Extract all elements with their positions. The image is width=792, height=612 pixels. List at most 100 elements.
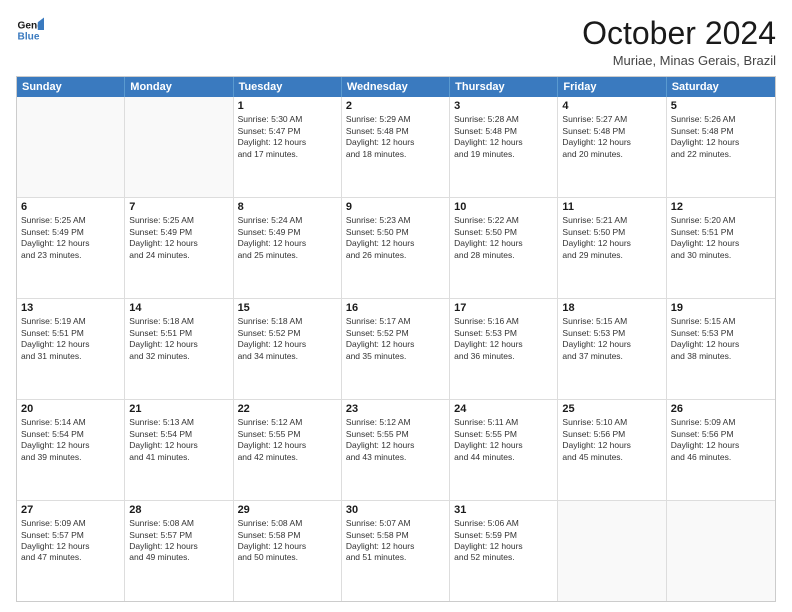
day-number: 19	[671, 302, 771, 314]
cell-info: Sunrise: 5:28 AM Sunset: 5:48 PM Dayligh…	[454, 114, 553, 160]
day-number: 8	[238, 201, 337, 213]
cell-info: Sunrise: 5:12 AM Sunset: 5:55 PM Dayligh…	[238, 417, 337, 463]
header: General Blue October 2024 Muriae, Minas …	[16, 16, 776, 68]
day-number: 11	[562, 201, 661, 213]
header-monday: Monday	[125, 77, 233, 97]
cell-info: Sunrise: 5:10 AM Sunset: 5:56 PM Dayligh…	[562, 417, 661, 463]
calendar-cell	[125, 97, 233, 197]
day-number: 12	[671, 201, 771, 213]
calendar-cell: 19 Sunrise: 5:15 AM Sunset: 5:53 PM Dayli…	[667, 299, 775, 399]
svg-text:Blue: Blue	[18, 31, 40, 42]
day-number: 10	[454, 201, 553, 213]
day-number: 7	[129, 201, 228, 213]
header-tuesday: Tuesday	[234, 77, 342, 97]
cell-info: Sunrise: 5:07 AM Sunset: 5:58 PM Dayligh…	[346, 518, 445, 564]
calendar-cell: 16Sunrise: 5:17 AM Sunset: 5:52 PM Dayli…	[342, 299, 450, 399]
calendar-cell: 8 Sunrise: 5:24 AM Sunset: 5:49 PM Daylig…	[234, 198, 342, 298]
cell-info: Sunrise: 5:20 AM Sunset: 5:51 PM Dayligh…	[671, 215, 771, 261]
day-number: 28	[129, 504, 228, 516]
calendar-row-4: 20Sunrise: 5:14 AM Sunset: 5:54 PM Dayli…	[17, 399, 775, 500]
calendar-cell	[667, 501, 775, 601]
cell-info: Sunrise: 5:18 AM Sunset: 5:51 PM Dayligh…	[129, 316, 228, 362]
cell-info: Sunrise: 5:22 AM Sunset: 5:50 PM Dayligh…	[454, 215, 553, 261]
calendar-cell: 11 Sunrise: 5:21 AM Sunset: 5:50 PM Dayli…	[558, 198, 666, 298]
calendar-cell: 10 Sunrise: 5:22 AM Sunset: 5:50 PM Dayli…	[450, 198, 558, 298]
day-number: 27	[21, 504, 120, 516]
day-number: 14	[129, 302, 228, 314]
cell-info: Sunrise: 5:12 AM Sunset: 5:55 PM Dayligh…	[346, 417, 445, 463]
calendar-cell: 29Sunrise: 5:08 AM Sunset: 5:58 PM Dayli…	[234, 501, 342, 601]
header-saturday: Saturday	[667, 77, 775, 97]
cell-info: Sunrise: 5:27 AM Sunset: 5:48 PM Dayligh…	[562, 114, 661, 160]
cell-info: Sunrise: 5:11 AM Sunset: 5:55 PM Dayligh…	[454, 417, 553, 463]
cell-info: Sunrise: 5:09 AM Sunset: 5:56 PM Dayligh…	[671, 417, 771, 463]
calendar-cell: 31 Sunrise: 5:06 AM Sunset: 5:59 PM Dayli…	[450, 501, 558, 601]
calendar-cell: 30Sunrise: 5:07 AM Sunset: 5:58 PM Dayli…	[342, 501, 450, 601]
calendar-cell	[17, 97, 125, 197]
day-number: 21	[129, 403, 228, 415]
cell-info: Sunrise: 5:17 AM Sunset: 5:52 PM Dayligh…	[346, 316, 445, 362]
day-number: 25	[562, 403, 661, 415]
cell-info: Sunrise: 5:15 AM Sunset: 5:53 PM Dayligh…	[562, 316, 661, 362]
calendar-cell: 3Sunrise: 5:28 AM Sunset: 5:48 PM Daylig…	[450, 97, 558, 197]
calendar-cell: 14 Sunrise: 5:18 AM Sunset: 5:51 PM Dayli…	[125, 299, 233, 399]
header-friday: Friday	[558, 77, 666, 97]
calendar-cell: 1Sunrise: 5:30 AM Sunset: 5:47 PM Daylig…	[234, 97, 342, 197]
cell-info: Sunrise: 5:06 AM Sunset: 5:59 PM Dayligh…	[454, 518, 553, 564]
day-number: 29	[238, 504, 337, 516]
day-number: 15	[238, 302, 337, 314]
calendar-cell: 24 Sunrise: 5:11 AM Sunset: 5:55 PM Dayli…	[450, 400, 558, 500]
day-number: 5	[671, 100, 771, 112]
month-title: October 2024	[582, 16, 776, 51]
calendar-cell: 4 Sunrise: 5:27 AM Sunset: 5:48 PM Daylig…	[558, 97, 666, 197]
day-number: 4	[562, 100, 661, 112]
cell-info: Sunrise: 5:30 AM Sunset: 5:47 PM Dayligh…	[238, 114, 337, 160]
cell-info: Sunrise: 5:19 AM Sunset: 5:51 PM Dayligh…	[21, 316, 120, 362]
calendar-cell: 9 Sunrise: 5:23 AM Sunset: 5:50 PM Daylig…	[342, 198, 450, 298]
calendar-row-5: 27 Sunrise: 5:09 AM Sunset: 5:57 PM Dayli…	[17, 500, 775, 601]
calendar-cell: 12 Sunrise: 5:20 AM Sunset: 5:51 PM Dayli…	[667, 198, 775, 298]
day-number: 17	[454, 302, 553, 314]
calendar-cell: 21 Sunrise: 5:13 AM Sunset: 5:54 PM Dayli…	[125, 400, 233, 500]
calendar-header: Sunday Monday Tuesday Wednesday Thursday…	[17, 77, 775, 97]
calendar-cell: 27 Sunrise: 5:09 AM Sunset: 5:57 PM Dayli…	[17, 501, 125, 601]
logo: General Blue	[16, 16, 44, 44]
cell-info: Sunrise: 5:09 AM Sunset: 5:57 PM Dayligh…	[21, 518, 120, 564]
day-number: 31	[454, 504, 553, 516]
calendar-row-2: 6 Sunrise: 5:25 AM Sunset: 5:49 PM Daylig…	[17, 197, 775, 298]
calendar-cell: 5 Sunrise: 5:26 AM Sunset: 5:48 PM Daylig…	[667, 97, 775, 197]
cell-info: Sunrise: 5:23 AM Sunset: 5:50 PM Dayligh…	[346, 215, 445, 261]
calendar-cell: 13 Sunrise: 5:19 AM Sunset: 5:51 PM Dayli…	[17, 299, 125, 399]
calendar-cell: 2Sunrise: 5:29 AM Sunset: 5:48 PM Daylig…	[342, 97, 450, 197]
page: General Blue October 2024 Muriae, Minas …	[0, 0, 792, 612]
calendar-cell	[558, 501, 666, 601]
calendar-row-1: 1Sunrise: 5:30 AM Sunset: 5:47 PM Daylig…	[17, 97, 775, 197]
day-number: 18	[562, 302, 661, 314]
calendar-cell: 23Sunrise: 5:12 AM Sunset: 5:55 PM Dayli…	[342, 400, 450, 500]
day-number: 24	[454, 403, 553, 415]
header-sunday: Sunday	[17, 77, 125, 97]
cell-info: Sunrise: 5:15 AM Sunset: 5:53 PM Dayligh…	[671, 316, 771, 362]
calendar-cell: 28 Sunrise: 5:08 AM Sunset: 5:57 PM Dayli…	[125, 501, 233, 601]
cell-info: Sunrise: 5:13 AM Sunset: 5:54 PM Dayligh…	[129, 417, 228, 463]
calendar-cell: 6Sunrise: 5:25 AM Sunset: 5:49 PM Daylig…	[17, 198, 125, 298]
day-number: 9	[346, 201, 445, 213]
day-number: 20	[21, 403, 120, 415]
day-number: 22	[238, 403, 337, 415]
day-number: 6	[21, 201, 120, 213]
calendar-body: 1Sunrise: 5:30 AM Sunset: 5:47 PM Daylig…	[17, 97, 775, 601]
cell-info: Sunrise: 5:26 AM Sunset: 5:48 PM Dayligh…	[671, 114, 771, 160]
logo-icon: General Blue	[16, 16, 44, 44]
cell-info: Sunrise: 5:25 AM Sunset: 5:49 PM Dayligh…	[129, 215, 228, 261]
cell-info: Sunrise: 5:16 AM Sunset: 5:53 PM Dayligh…	[454, 316, 553, 362]
calendar-cell: 20Sunrise: 5:14 AM Sunset: 5:54 PM Dayli…	[17, 400, 125, 500]
cell-info: Sunrise: 5:21 AM Sunset: 5:50 PM Dayligh…	[562, 215, 661, 261]
header-thursday: Thursday	[450, 77, 558, 97]
cell-info: Sunrise: 5:24 AM Sunset: 5:49 PM Dayligh…	[238, 215, 337, 261]
calendar-cell: 17 Sunrise: 5:16 AM Sunset: 5:53 PM Dayli…	[450, 299, 558, 399]
calendar-row-3: 13 Sunrise: 5:19 AM Sunset: 5:51 PM Dayli…	[17, 298, 775, 399]
calendar-cell: 22 Sunrise: 5:12 AM Sunset: 5:55 PM Dayli…	[234, 400, 342, 500]
calendar-cell: 15Sunrise: 5:18 AM Sunset: 5:52 PM Dayli…	[234, 299, 342, 399]
day-number: 13	[21, 302, 120, 314]
cell-info: Sunrise: 5:08 AM Sunset: 5:57 PM Dayligh…	[129, 518, 228, 564]
